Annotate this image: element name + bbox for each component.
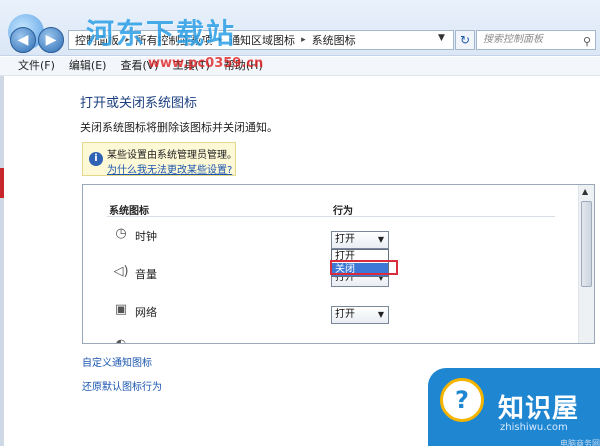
info-icon: i: [89, 152, 103, 166]
refresh-button[interactable]: ↻: [455, 30, 475, 50]
watermark-brand-foot: 电脑商务网: [560, 439, 600, 446]
admin-notice: i 某些设置由系统管理员管理。 为什么我无法更改某些设置?: [82, 142, 237, 176]
search-input[interactable]: 搜索控制面板 ⚲: [476, 30, 596, 50]
watermark-brand-title: 知识屋: [498, 394, 580, 424]
row-label-clock: 时钟: [135, 230, 157, 243]
dropdown-value: 打开: [335, 309, 355, 320]
left-edge-accent: [0, 168, 4, 198]
crumb-notification-icons[interactable]: 通知区域图标: [229, 32, 295, 48]
menu-edit[interactable]: 编辑(E): [69, 57, 107, 75]
search-placeholder: 搜索控制面板: [483, 34, 543, 45]
notice-help-link[interactable]: 为什么我无法更改某些设置?: [107, 161, 232, 176]
chevron-down-icon: ▼: [377, 235, 384, 244]
highlight-box: [330, 260, 398, 275]
restore-defaults-link[interactable]: 还原默认图标行为: [82, 378, 162, 393]
watermark-brand-badge: ? 知识屋 zhishiwu.com: [428, 368, 600, 446]
crumb-separator: ▸: [301, 35, 306, 45]
notice-text: 某些设置由系统管理员管理。: [107, 150, 237, 161]
column-header-behavior: 行为: [333, 206, 353, 217]
customize-icons-link[interactable]: 自定义通知图标: [82, 354, 152, 369]
speaker-icon: ◁): [113, 264, 129, 279]
menu-file[interactable]: 文件(F): [18, 57, 55, 75]
watermark-brand-url: zhishiwu.com: [500, 422, 568, 433]
refresh-icon: ↻: [459, 33, 471, 47]
chevron-down-icon: ▼: [377, 310, 384, 319]
network-icon: ▣: [114, 302, 128, 317]
question-monitor-icon: ?: [440, 378, 484, 422]
watermark-site-url: www.pc0359.cn: [148, 56, 264, 71]
search-icon[interactable]: ⚲: [583, 33, 591, 51]
dropdown-value: 打开: [335, 234, 355, 245]
page-title: 打开或关闭系统图标: [80, 96, 198, 111]
network-behavior-dropdown[interactable]: 打开 ▼: [331, 306, 389, 324]
back-arrow-icon: ◀: [17, 32, 29, 48]
crumb-system-icons[interactable]: 系统图标: [312, 32, 356, 48]
scrollbar-thumb[interactable]: [581, 201, 592, 287]
forward-button[interactable]: ▶: [38, 27, 64, 53]
system-icons-panel: 系统图标 行为 ◷ 时钟 打开 ▼ 打开 关闭 ◁) 音量 打开 ▼ ▣ 网络 …: [82, 184, 595, 344]
row-label-network: 网络: [135, 306, 157, 319]
scroll-up-icon[interactable]: ▲: [582, 187, 588, 196]
row-label-volume: 音量: [135, 268, 157, 281]
column-header-icon: 系统图标: [109, 206, 149, 217]
address-dropdown-icon[interactable]: ▼: [438, 33, 445, 43]
watermark-site-title: 河东下载站: [86, 17, 237, 50]
header-divider: [107, 216, 555, 217]
power-icon: ◐: [113, 337, 129, 343]
vertical-scrollbar[interactable]: ▲: [578, 185, 594, 343]
clock-behavior-dropdown[interactable]: 打开 ▼: [331, 231, 389, 249]
forward-arrow-icon: ▶: [45, 32, 57, 48]
page-description: 关闭系统图标将删除该图标并关闭通知。: [80, 121, 278, 134]
menu-bar: 文件(F) 编辑(E) 查看(V) 工具(T) 帮助(H): [0, 57, 600, 76]
left-edge-strip: [0, 76, 4, 446]
back-button[interactable]: ◀: [10, 27, 36, 53]
clock-icon: ◷: [115, 226, 127, 241]
